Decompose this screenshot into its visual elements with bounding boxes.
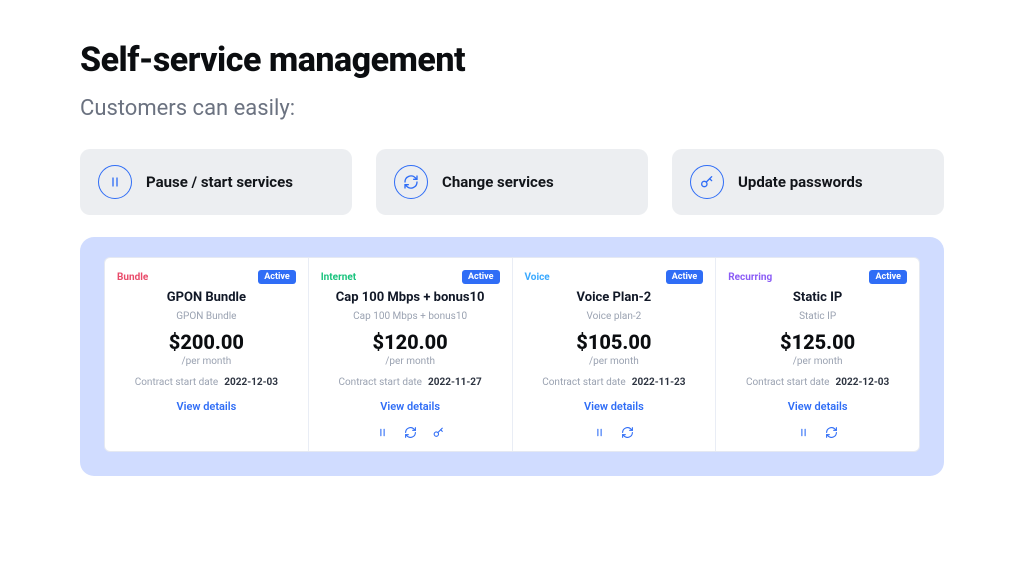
contract-label: Contract start date [135,377,219,388]
card-header: Recurring Active [728,270,907,284]
refresh-icon[interactable] [403,425,417,439]
contract-label: Contract start date [542,377,626,388]
plan-name: GPON Bundle [117,290,296,305]
tool-row [321,425,500,441]
price-unit: /per month [728,356,907,367]
card-header: Internet Active [321,270,500,284]
plan-subtitle: Static IP [728,311,907,322]
tool-row [117,425,296,441]
action-label: Change services [442,173,554,191]
status-badge: Active [462,270,500,284]
service-card: Voice Active Voice Plan-2 Voice plan-2 $105.… [513,258,717,451]
view-details-link[interactable]: View details [321,400,500,413]
status-badge: Active [869,270,907,284]
card-header: Bundle Active [117,270,296,284]
pause-icon[interactable] [593,425,607,439]
price: $200.00 [117,330,296,354]
key-icon[interactable] [431,425,445,439]
plan-subtitle: Voice plan-2 [525,311,704,322]
page-subtitle: Customers can easily: [80,96,944,121]
price-unit: /per month [525,356,704,367]
plan-name: Cap 100 Mbps + bonus10 [321,290,500,305]
card-header: Voice Active [525,270,704,284]
price-unit: /per month [117,356,296,367]
category-label: Recurring [728,272,772,283]
action-card-pause[interactable]: Pause / start services [80,149,352,215]
price: $125.00 [728,330,907,354]
services-row: Bundle Active GPON Bundle GPON Bundle $200.0… [104,257,920,452]
service-card: Bundle Active GPON Bundle GPON Bundle $200.0… [105,258,309,451]
actions-row: Pause / start services Change services Upd… [80,149,944,215]
service-card: Recurring Active Static IP Static IP $125.00… [716,258,919,451]
page-title: Self-service management [80,40,944,80]
plan-subtitle: GPON Bundle [117,311,296,322]
category-label: Bundle [117,272,148,283]
view-details-link[interactable]: View details [117,400,296,413]
plan-name: Static IP [728,290,907,305]
key-icon [690,165,724,199]
action-label: Update passwords [738,173,863,191]
contract-date: 2022-12-03 [836,377,890,388]
price: $120.00 [321,330,500,354]
plan-name: Voice Plan-2 [525,290,704,305]
tool-row [728,425,907,441]
pause-icon [98,165,132,199]
view-details-link[interactable]: View details [728,400,907,413]
pause-icon[interactable] [375,425,389,439]
contract-date: 2022-11-23 [632,377,686,388]
status-badge: Active [258,270,296,284]
contract-row: Contract start date 2022-11-27 [321,377,500,388]
contract-row: Contract start date 2022-12-03 [728,377,907,388]
tool-row [525,425,704,441]
refresh-icon[interactable] [825,425,839,439]
refresh-icon[interactable] [621,425,635,439]
view-details-link[interactable]: View details [525,400,704,413]
contract-row: Contract start date 2022-11-23 [525,377,704,388]
action-card-key[interactable]: Update passwords [672,149,944,215]
status-badge: Active [666,270,704,284]
contract-date: 2022-12-03 [224,377,278,388]
action-card-refresh[interactable]: Change services [376,149,648,215]
category-label: Voice [525,272,550,283]
contract-label: Contract start date [338,377,422,388]
plan-subtitle: Cap 100 Mbps + bonus10 [321,311,500,322]
action-label: Pause / start services [146,173,293,191]
contract-date: 2022-11-27 [428,377,482,388]
refresh-icon [394,165,428,199]
contract-row: Contract start date 2022-12-03 [117,377,296,388]
pause-icon[interactable] [797,425,811,439]
contract-label: Contract start date [746,377,830,388]
price: $105.00 [525,330,704,354]
price-unit: /per month [321,356,500,367]
service-card: Internet Active Cap 100 Mbps + bonus10 Cap … [309,258,513,451]
services-panel: Bundle Active GPON Bundle GPON Bundle $200.0… [80,237,944,476]
category-label: Internet [321,272,356,283]
